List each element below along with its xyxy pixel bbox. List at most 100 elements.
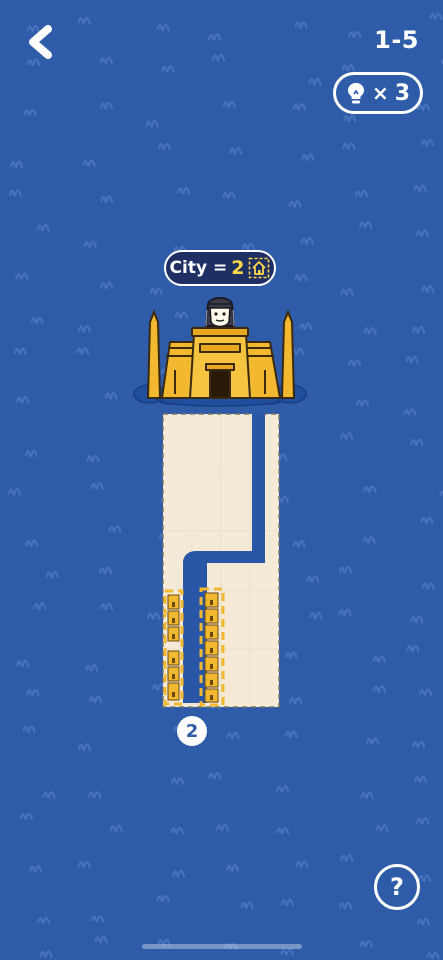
grass-tuft	[375, 824, 389, 832]
grass-tuft	[276, 826, 290, 835]
grass-tuft	[406, 644, 420, 653]
city-goal-value: 2	[231, 257, 245, 279]
grass-tuft	[348, 30, 362, 39]
grass-tuft	[86, 454, 100, 463]
grass-tuft	[284, 651, 298, 659]
grass-tuft	[109, 824, 123, 833]
grass-tuft	[90, 914, 105, 923]
grass-tuft	[342, 142, 356, 150]
grass-tuft	[83, 240, 97, 249]
grass-tuft	[340, 288, 354, 296]
grass-tuft	[338, 565, 353, 574]
grass-tuft	[8, 488, 22, 496]
grass-tuft	[429, 12, 443, 21]
grass-tuft	[418, 874, 432, 883]
grass-tuft	[99, 101, 113, 110]
grass-tuft	[338, 901, 353, 910]
grass-tuft	[289, 696, 303, 705]
grass-tuft	[288, 200, 302, 208]
grass-tuft	[363, 485, 377, 494]
grass-tuft	[16, 659, 30, 668]
grass-tuft	[294, 273, 308, 282]
grass-tuft	[77, 16, 91, 25]
grass-tuft	[161, 65, 175, 73]
grass-tuft	[420, 516, 434, 525]
grass-tuft	[292, 102, 306, 111]
grass-tuft	[77, 743, 92, 752]
hint-count: 3	[394, 80, 411, 106]
grass-tuft	[88, 790, 102, 799]
grass-tuft	[356, 399, 370, 407]
grass-tuft	[37, 916, 51, 925]
grass-tuft	[240, 901, 254, 910]
grass-tuft	[42, 791, 56, 799]
grass-tuft	[146, 612, 161, 620]
grass-tuft	[26, 688, 40, 697]
grass-tuft	[30, 316, 44, 325]
grass-tuft	[10, 160, 24, 169]
temple-illustration	[133, 297, 307, 407]
grass-tuft	[157, 142, 171, 151]
grass-tuft	[340, 854, 354, 862]
grass-tuft	[415, 229, 430, 238]
grass-tuft	[372, 655, 386, 663]
grass-tuft	[156, 894, 170, 903]
grass-tuft	[309, 611, 323, 620]
grass-tuft	[36, 223, 50, 232]
grass-tuft	[410, 615, 424, 624]
grass-tuft	[340, 432, 354, 440]
grass-tuft	[413, 775, 428, 784]
grass-tuft	[292, 540, 306, 548]
grass-tuft	[416, 103, 431, 112]
city-buildings-right	[204, 592, 219, 703]
grass-tuft	[170, 826, 184, 835]
grass-tuft	[284, 730, 298, 739]
temple-body	[161, 327, 281, 399]
grass-tuft	[15, 272, 29, 281]
help-button[interactable]: ?	[374, 864, 420, 910]
grass-tuft	[13, 347, 27, 356]
grass-tuft	[308, 77, 322, 86]
grass-tuft	[171, 869, 186, 878]
grass-tuft	[354, 189, 369, 198]
grass-tuft	[16, 396, 30, 404]
grass-tuft	[145, 120, 159, 128]
grass-tuft	[405, 355, 419, 364]
grass-tuft	[363, 327, 377, 335]
grass-tuft	[348, 359, 362, 367]
grass-tuft	[171, 777, 185, 785]
grass-tuft	[208, 771, 222, 780]
grass-tuft	[306, 575, 320, 583]
river-count-badge: 2	[177, 716, 207, 746]
grass-tuft	[295, 860, 309, 869]
grass-tuft	[29, 865, 43, 873]
city-goal-label: City =	[169, 258, 228, 278]
grass-tuft	[23, 108, 37, 117]
grass-tuft	[403, 408, 417, 416]
grass-tuft	[222, 191, 236, 199]
grass-tuft	[76, 346, 90, 355]
home-indicator	[142, 944, 302, 949]
grass-tuft	[359, 940, 373, 948]
obelisk-right	[280, 309, 296, 399]
grass-tuft	[100, 195, 114, 203]
grass-tuft	[413, 184, 427, 193]
hint-button[interactable]: × 3	[333, 72, 423, 114]
grass-tuft	[8, 189, 23, 197]
back-button[interactable]	[22, 22, 62, 62]
grass-tuft	[45, 570, 60, 579]
grass-tuft	[24, 449, 39, 458]
grass-tuft	[99, 56, 113, 65]
grass-tuft	[85, 664, 99, 672]
grass-tuft	[22, 725, 36, 733]
grass-tuft	[215, 823, 230, 832]
grass-tuft	[82, 159, 96, 168]
grass-tuft	[77, 860, 92, 869]
grass-tuft	[300, 237, 314, 245]
chevron-left-icon	[29, 25, 52, 59]
pharaoh-icon	[204, 297, 236, 328]
grass-tuft	[426, 951, 440, 960]
game-board	[162, 413, 280, 708]
grass-tuft	[412, 325, 426, 334]
grass-tuft	[88, 695, 103, 704]
